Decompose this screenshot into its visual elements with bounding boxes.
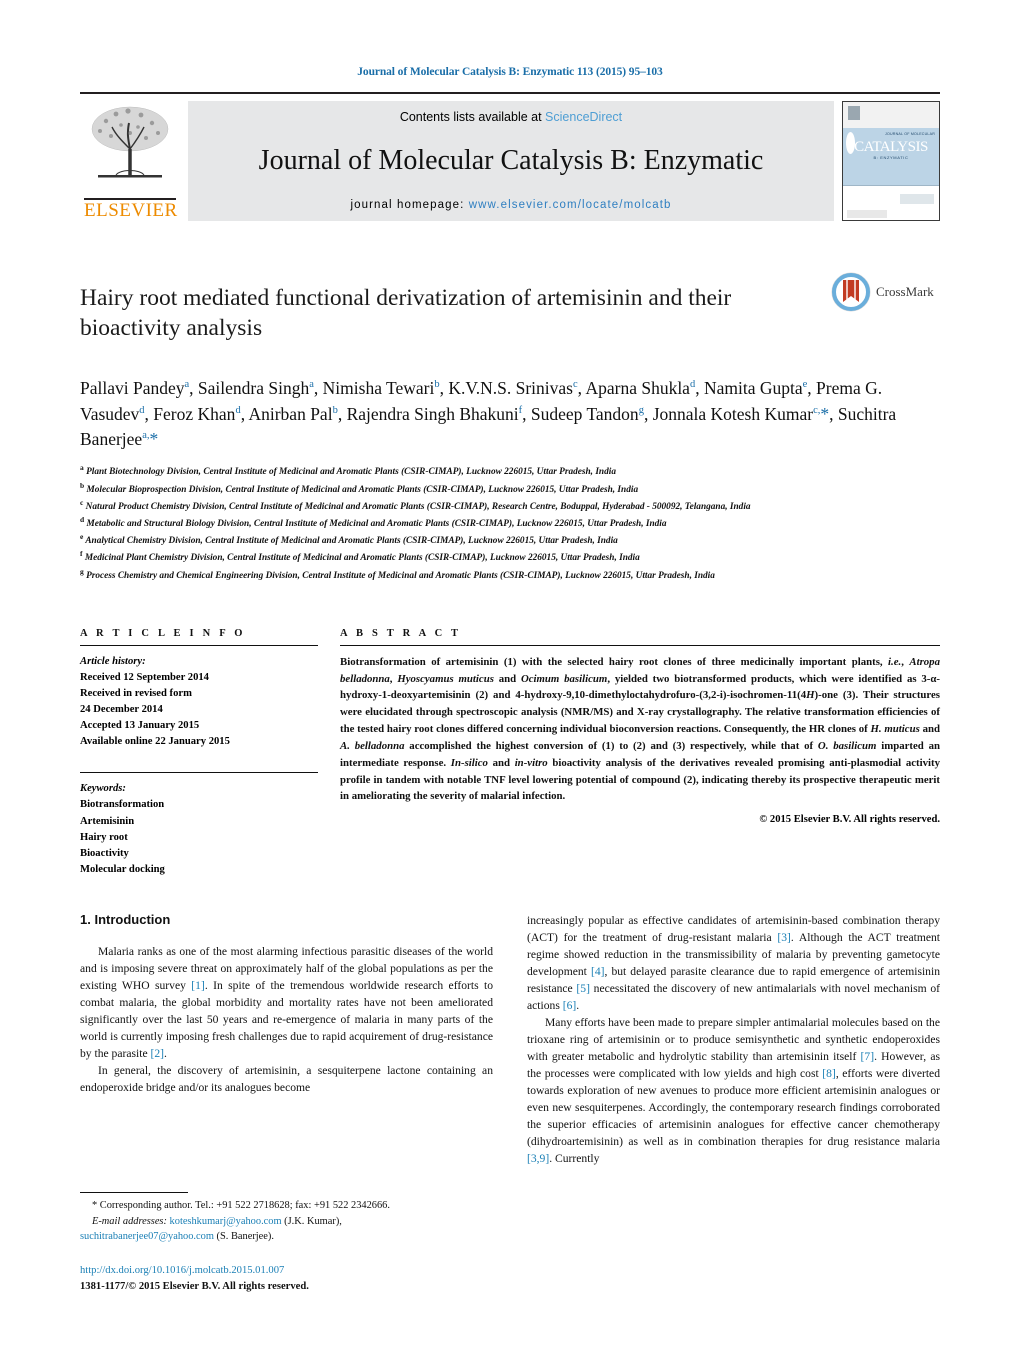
author-list: Pallavi Pandeya, Sailendra Singha, Nimis… [80, 377, 897, 450]
history-item: Available online 22 January 2015 [80, 736, 230, 748]
email-link-1[interactable]: koteshkumarj@yahoo.com [170, 1216, 282, 1227]
affiliation-text: Metabolic and Structural Biology Divisio… [86, 519, 667, 530]
doi-block: http://dx.doi.org/10.1016/j.molcatb.2015… [80, 1263, 490, 1295]
info-abstract-section: A R T I C L E I N F O Article history: R… [80, 628, 940, 878]
email-owner-2: (S. Banerjee). [216, 1230, 274, 1242]
history-item: Received in revised form [80, 688, 192, 700]
journal-homepage-line: journal homepage: www.elsevier.com/locat… [350, 199, 671, 211]
crossmark-label: CrossMark [876, 284, 934, 299]
affiliation-item: b Molecular Bioprospection Division, Cen… [80, 480, 940, 497]
body-column-left: 1. Introduction Malaria ranks as one of … [80, 912, 493, 1167]
affiliation-text: Process Chemistry and Chemical Engineeri… [86, 570, 715, 581]
crossmark-badge[interactable]: CrossMark [830, 267, 940, 313]
journal-cover-thumbnail: JOURNAL OF MOLECULAR CATALYSIS B: ENZYMA… [842, 101, 940, 221]
paragraph: Malaria ranks as one of the most alarmin… [80, 944, 494, 1061]
keyword-item: Hairy root [80, 831, 128, 843]
cover-line-2: CATALYSIS [854, 139, 928, 155]
affiliation-text: Natural Product Chemistry Division, Cent… [85, 501, 751, 512]
abstract-heading: A B S T R A C T [340, 627, 462, 639]
cover-line-3: B: ENZYMATIC [873, 155, 909, 160]
affiliation-marker: c [80, 497, 84, 507]
issn-copyright-line: 1381-1177/© 2015 Elsevier B.V. All right… [80, 1281, 309, 1293]
body-column-right: increasingly popular as effective candid… [527, 912, 940, 1167]
abstract-copyright: © 2015 Elsevier B.V. All rights reserved… [759, 814, 940, 826]
homepage-url-link[interactable]: www.elsevier.com/locate/molcatb [469, 199, 672, 211]
contents-available-line: Contents lists available at ScienceDirec… [400, 110, 622, 124]
page-title: Hairy root mediated functional derivatiz… [80, 284, 732, 341]
affiliation-item: g Process Chemistry and Chemical Enginee… [80, 566, 940, 583]
running-head: Journal of Molecular Catalysis B: Enzyma… [357, 66, 663, 78]
affiliation-item: e Analytical Chemistry Division, Central… [80, 531, 940, 548]
email-owner-1: (J.K. Kumar), [284, 1215, 342, 1227]
history-item: 24 December 2014 [80, 704, 163, 716]
corresponding-author-note: * Corresponding author. Tel.: +91 522 27… [92, 1200, 390, 1212]
footnote-rule [80, 1192, 188, 1194]
elsevier-wordmark: ELSEVIER [84, 198, 178, 222]
affiliation-item: d Metabolic and Structural Biology Divis… [80, 514, 940, 531]
keyword-item: Artemisinin [80, 815, 135, 827]
paragraph: In general, the discovery of artemisinin… [80, 1064, 493, 1095]
affiliation-marker: a [80, 463, 84, 473]
affiliation-marker: b [80, 480, 85, 490]
abstract-text: Biotransformation of artemisinin (1) wit… [340, 655, 941, 803]
body-columns: 1. Introduction Malaria ranks as one of … [80, 912, 940, 1167]
article-page: Journal of Molecular Catalysis B: Enzyma… [0, 0, 1020, 1351]
affiliation-text: Analytical Chemistry Division, Central I… [85, 536, 618, 547]
keywords-rule [80, 772, 318, 774]
keyword-item: Molecular docking [80, 863, 165, 875]
contents-prefix: Contents lists available at [399, 110, 546, 124]
journal-banner: Contents lists available at ScienceDirec… [188, 101, 834, 221]
cover-line-1: JOURNAL OF MOLECULAR [885, 132, 935, 136]
elsevier-tree-icon [91, 106, 169, 178]
article-history-label: Article history: [80, 655, 146, 667]
email-addresses-label: E-mail addresses: [92, 1215, 167, 1227]
paragraph: increasingly popular as effective candid… [527, 913, 941, 1013]
keywords-group: Keywords: Biotransformation Artemisinin … [80, 781, 318, 878]
section-heading-introduction: 1. Introduction [80, 911, 171, 927]
affiliation-text: Medicinal Plant Chemistry Division, Cent… [84, 553, 640, 564]
crossmark-icon [831, 272, 871, 312]
email-addresses-line: E-mail addresses: koteshkumarj@yahoo.com… [80, 1214, 490, 1229]
article-info-heading: A R T I C L E I N F O [80, 627, 246, 639]
title-block: Hairy root mediated functional derivatiz… [80, 267, 940, 359]
elsevier-logo: ELSEVIER [80, 101, 180, 221]
article-history-group: Article history: Received 12 September 2… [80, 654, 318, 751]
email-addresses-line-2: suchitrabanerjee07@yahoo.com (S. Banerje… [80, 1229, 490, 1244]
affiliation-list: a Plant Biotechnology Division, Central … [80, 462, 940, 583]
sciencedirect-link[interactable]: ScienceDirect [545, 110, 622, 124]
affiliation-text: Molecular Bioprospection Division, Centr… [86, 484, 639, 495]
journal-title: Journal of Molecular Catalysis B: Enzyma… [258, 145, 764, 177]
affiliation-marker: e [80, 532, 84, 542]
keyword-item: Bioactivity [80, 847, 129, 859]
journal-masthead: ELSEVIER Contents lists available at Sci… [80, 92, 940, 221]
affiliation-marker: f [80, 549, 83, 559]
affiliation-item: a Plant Biotechnology Division, Central … [80, 462, 940, 479]
affiliation-item: f Medicinal Plant Chemistry Division, Ce… [80, 548, 940, 565]
history-item: Received 12 September 2014 [80, 671, 209, 683]
keyword-item: Biotransformation [80, 799, 165, 811]
affiliation-marker: g [80, 566, 84, 576]
abstract-column: A B S T R A C T Biotransformation of art… [340, 628, 940, 878]
homepage-prefix: journal homepage: [350, 198, 469, 211]
footnote-area: * Corresponding author. Tel.: +91 522 27… [80, 1192, 490, 1295]
doi-link[interactable]: http://dx.doi.org/10.1016/j.molcatb.2015… [80, 1263, 490, 1279]
affiliation-text: Plant Biotechnology Division, Central In… [86, 467, 616, 478]
history-item: Accepted 13 January 2015 [80, 720, 200, 732]
affiliation-marker: d [80, 514, 85, 524]
paragraph: Many efforts have been made to prepare s… [527, 1016, 941, 1166]
keywords-label: Keywords: [80, 783, 126, 795]
email-link-2[interactable]: suchitrabanerjee07@yahoo.com [80, 1231, 214, 1242]
article-info-rule [80, 644, 318, 646]
abstract-rule [340, 644, 940, 646]
affiliation-item: c Natural Product Chemistry Division, Ce… [80, 497, 940, 514]
article-info-column: A R T I C L E I N F O Article history: R… [80, 628, 340, 878]
